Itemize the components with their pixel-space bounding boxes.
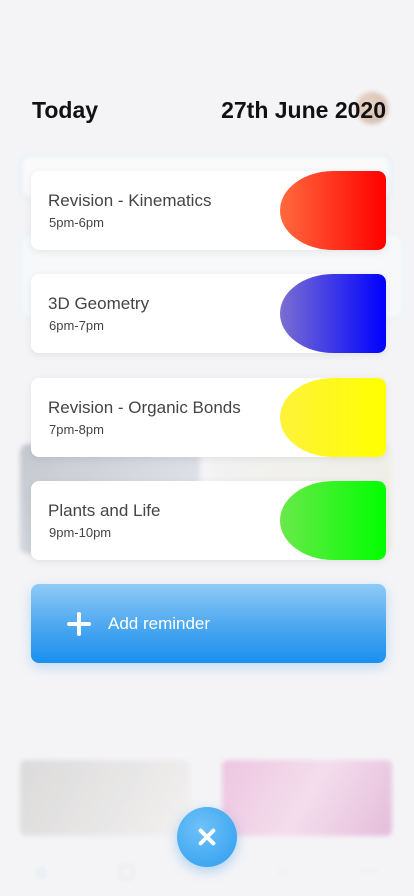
date-heading: 27th June 2020 <box>221 97 386 123</box>
more-icon: ⋯ <box>360 860 379 881</box>
background-lecture-thumb <box>20 760 190 836</box>
reminder-card[interactable]: Revision - Organic Bonds 7pm-8pm <box>31 378 386 457</box>
reminder-color-swatch <box>280 171 386 250</box>
add-reminder-button[interactable]: Add reminder <box>31 584 386 663</box>
reminder-title: 3D Geometry <box>48 294 150 313</box>
reminder-time: 7pm-8pm <box>49 422 104 437</box>
add-reminder-label: Add reminder <box>108 613 211 633</box>
reminder-card[interactable]: 3D Geometry 6pm-7pm <box>31 274 386 353</box>
chat-icon: ◌ <box>278 860 289 881</box>
reminder-color-swatch <box>280 378 386 457</box>
home-icon: ⌂ <box>35 860 47 881</box>
reminder-title: Revision - Kinematics <box>48 191 212 210</box>
reminder-card[interactable]: Plants and Life 9pm-10pm <box>31 481 386 560</box>
today-heading: Today <box>32 97 99 123</box>
background-lecture-thumb <box>222 760 392 836</box>
reminder-title: Plants and Life <box>48 501 161 520</box>
calendar-icon: ▢ <box>118 860 136 881</box>
reminder-time: 6pm-7pm <box>49 318 104 333</box>
reminder-card[interactable]: Revision - Kinematics 5pm-6pm <box>31 171 386 250</box>
reminder-time: 9pm-10pm <box>49 525 112 540</box>
plus-icon <box>67 611 91 636</box>
reminder-time: 5pm-6pm <box>49 215 104 230</box>
close-icon <box>194 824 219 849</box>
close-button[interactable] <box>177 807 237 867</box>
reminder-color-swatch <box>280 274 386 353</box>
reminder-title: Revision - Organic Bonds <box>48 398 241 417</box>
reminder-color-swatch <box>280 481 386 560</box>
